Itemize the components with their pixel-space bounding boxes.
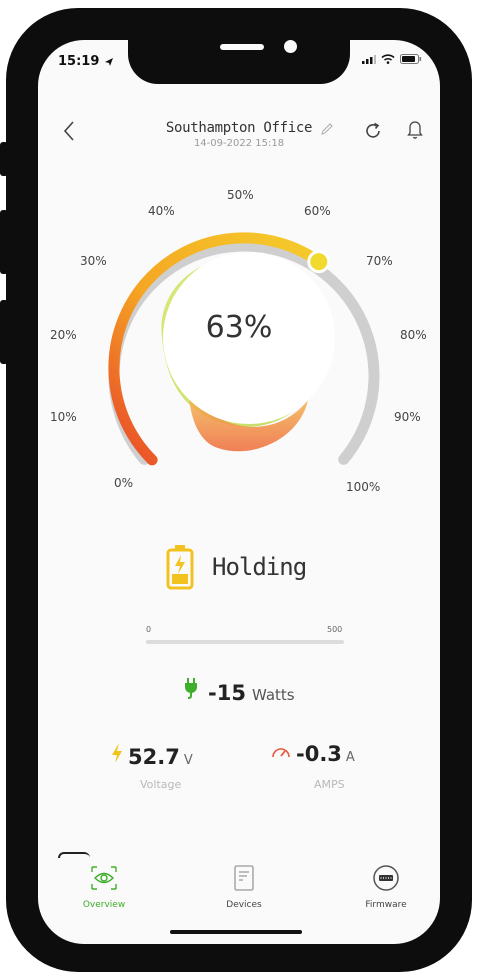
tick-30: 30% — [80, 254, 107, 268]
edit-pencil-icon[interactable] — [320, 122, 334, 136]
tick-90: 90% — [394, 410, 421, 424]
bell-icon[interactable] — [406, 118, 424, 140]
header: Southampton Office 14-09-2022 15:18 — [38, 118, 440, 162]
battery-status-label: Holding — [212, 553, 307, 581]
charge-percent: 63% — [205, 310, 273, 345]
current-readout: -0.3 A — [270, 742, 355, 766]
power-value: -15 — [208, 681, 246, 705]
tick-100: 100% — [346, 480, 381, 494]
eye-icon — [91, 866, 117, 890]
battery-status-icon — [400, 54, 422, 64]
firmware-icon — [373, 865, 399, 891]
voltage-value: 52.7 — [128, 745, 180, 769]
power-range-max: 500 — [327, 625, 343, 634]
voltage-unit: V — [183, 753, 193, 768]
current-value: -0.3 — [296, 742, 342, 766]
refresh-icon[interactable] — [362, 120, 384, 142]
phone-volume-up-button — [0, 210, 8, 274]
current-unit: A — [345, 750, 355, 765]
speaker — [220, 44, 264, 50]
tab-overview-label: Overview — [82, 900, 126, 910]
power-range-min: 0 — [146, 625, 152, 634]
tab-firmware[interactable]: Firmware — [336, 864, 436, 910]
voltage-readout: 52.7 V — [110, 742, 193, 769]
tab-devices[interactable]: Devices — [194, 864, 294, 910]
tick-60: 60% — [304, 204, 331, 218]
location-arrow-icon — [104, 57, 113, 66]
home-indicator — [170, 930, 302, 934]
tick-50: 50% — [227, 188, 254, 202]
phone-volume-down-button — [0, 300, 8, 364]
power-unit: Watts — [251, 686, 295, 704]
tab-overview[interactable]: Overview — [54, 864, 154, 910]
tab-firmware-label: Firmware — [365, 900, 407, 910]
phone-mute-button — [0, 142, 8, 176]
tick-40: 40% — [148, 204, 175, 218]
status-icons — [362, 54, 422, 64]
gauge-meter-icon — [272, 748, 290, 758]
power-range-bar — [146, 640, 344, 644]
tab-bar: Overview Devices Firmware — [38, 850, 440, 910]
camera — [284, 40, 297, 53]
power-readout: -15 Watts — [182, 676, 295, 705]
device-icon — [234, 865, 254, 891]
gauge-knob[interactable] — [307, 250, 331, 274]
tick-0: 0% — [114, 476, 134, 490]
battery-charging-icon — [166, 545, 194, 590]
current-label: AMPS — [314, 778, 345, 791]
notch — [128, 40, 350, 84]
status-time: 15:19 — [58, 54, 114, 69]
voltage-label: Voltage — [140, 778, 182, 791]
battery-status: Holding — [166, 544, 307, 590]
tab-active-indicator — [58, 852, 90, 858]
tick-20: 20% — [50, 328, 77, 342]
phone-screen: 15:19 Southampton Office 14-09-2022 15:1… — [38, 40, 440, 944]
tick-10: 10% — [50, 410, 77, 424]
tick-70: 70% — [366, 254, 393, 268]
wifi-icon — [381, 54, 395, 64]
signal-icon — [362, 55, 376, 64]
tick-80: 80% — [400, 328, 427, 342]
tab-devices-label: Devices — [226, 900, 262, 910]
plug-icon — [185, 678, 197, 699]
lightning-icon — [112, 743, 122, 763]
